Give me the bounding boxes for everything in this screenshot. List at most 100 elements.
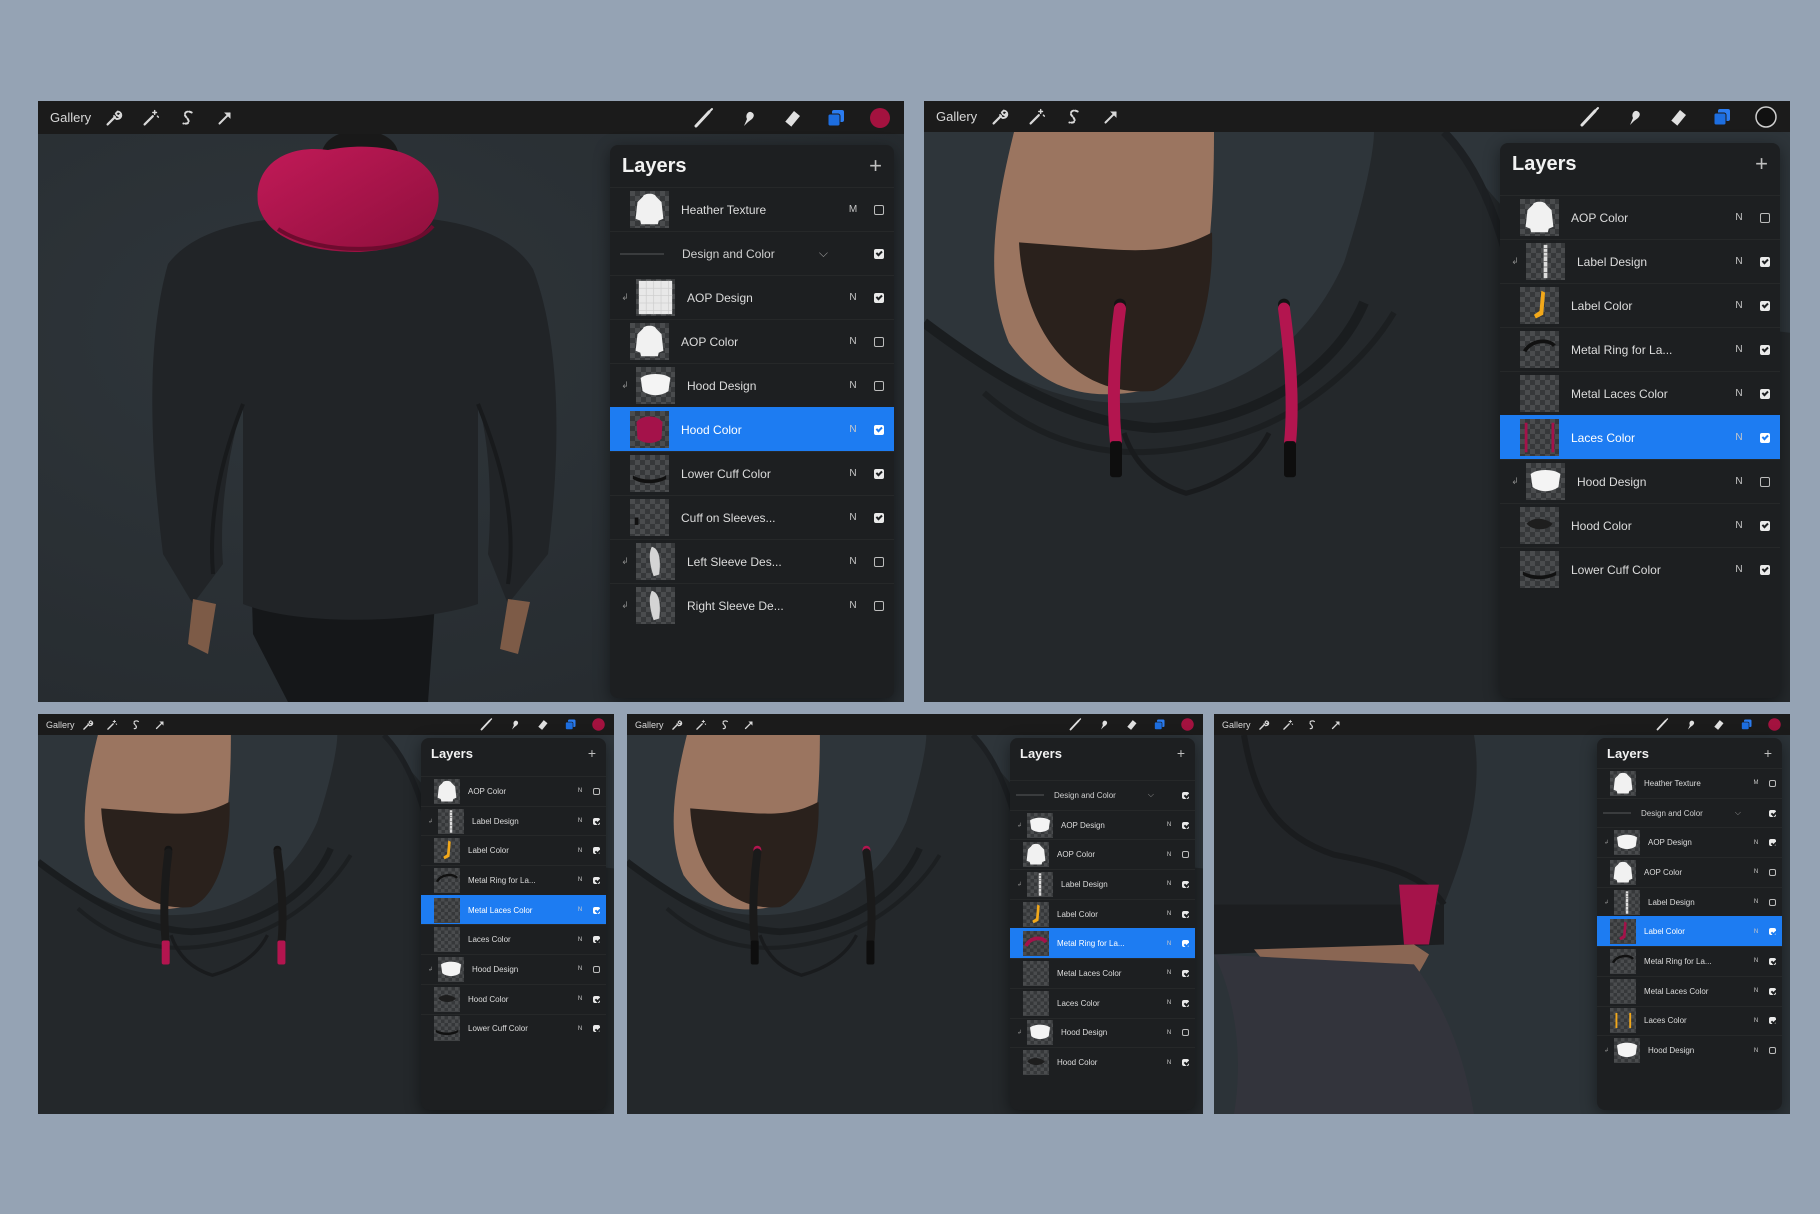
layer-row[interactable]: ↲ AOP Design N (610, 275, 894, 319)
layer-row[interactable]: ↲ Right Sleeve De... N (610, 583, 894, 627)
selection-s-icon[interactable] (718, 718, 732, 732)
selection-s-icon[interactable] (1063, 106, 1085, 128)
layer-row[interactable]: Metal Laces Color N (1597, 975, 1782, 1006)
layer-row[interactable]: Hood Color N (610, 407, 894, 451)
blend-mode-label[interactable]: N (1162, 852, 1176, 858)
layer-group[interactable]: Design and Color ⌵ (1010, 780, 1195, 810)
blend-mode-label[interactable]: N (1728, 388, 1750, 399)
blend-mode-label[interactable]: N (1162, 970, 1176, 976)
layers-icon[interactable] (824, 106, 848, 130)
layer-row[interactable]: Metal Ring for La... N (1597, 946, 1782, 976)
blend-mode-label[interactable]: N (1162, 1030, 1176, 1036)
blend-mode-label[interactable]: N (573, 1026, 587, 1032)
visibility-checkbox[interactable] (874, 380, 884, 391)
visibility-checkbox[interactable] (593, 847, 600, 855)
blend-mode-label[interactable]: N (842, 468, 864, 479)
visibility-checkbox[interactable] (1760, 300, 1770, 311)
layer-row[interactable]: ↲ Hood Design N (1010, 1017, 1195, 1048)
layer-row[interactable]: ↲ Label Design N (1500, 239, 1780, 283)
gallery-button[interactable]: Gallery (46, 720, 75, 730)
layer-row[interactable]: ↲ Label Design N (421, 805, 606, 836)
blend-mode-label[interactable]: N (1162, 822, 1176, 828)
wrench-icon[interactable] (81, 718, 95, 732)
layer-group[interactable]: Design and Color ⌵ (1597, 797, 1782, 828)
visibility-checkbox[interactable] (593, 995, 600, 1003)
visibility-checkbox[interactable] (1182, 880, 1189, 888)
visibility-checkbox[interactable] (593, 876, 600, 884)
layers-icon[interactable] (1710, 105, 1734, 129)
layer-row[interactable]: Cuff on Sleeves... N (610, 495, 894, 539)
eraser-icon[interactable] (780, 106, 804, 130)
layer-row[interactable]: Lower Cuff Color N (610, 451, 894, 495)
selection-s-icon[interactable] (1305, 718, 1319, 732)
visibility-checkbox[interactable] (1760, 256, 1770, 267)
layer-row[interactable]: Heather Texture M (610, 187, 894, 231)
visibility-checkbox[interactable] (874, 204, 884, 215)
selection-s-icon[interactable] (177, 107, 199, 129)
blend-mode-label[interactable]: N (1728, 564, 1750, 575)
layer-row[interactable]: Label Color N (421, 835, 606, 865)
blend-mode-label[interactable]: N (842, 424, 864, 435)
add-layer-button[interactable]: + (1764, 745, 1772, 761)
visibility-checkbox[interactable] (1769, 868, 1776, 876)
visibility-checkbox[interactable] (1769, 928, 1776, 936)
selection-s-icon[interactable] (129, 718, 143, 732)
visibility-checkbox[interactable] (874, 248, 884, 259)
blend-mode-label[interactable]: M (842, 204, 864, 215)
layer-row[interactable]: Metal Laces Color N (421, 894, 606, 925)
visibility-checkbox[interactable] (593, 936, 600, 944)
blend-mode-label[interactable]: N (1728, 256, 1750, 267)
blend-mode-label[interactable]: N (573, 966, 587, 972)
color-swatch[interactable] (1754, 105, 1778, 129)
layer-row[interactable]: Metal Ring for La... N (1500, 327, 1780, 371)
visibility-checkbox[interactable] (1182, 791, 1189, 799)
visibility-checkbox[interactable] (874, 512, 884, 523)
blend-mode-label[interactable]: N (573, 818, 587, 824)
visibility-checkbox[interactable] (1769, 1047, 1776, 1055)
layer-row[interactable]: AOP Color N (421, 776, 606, 806)
visibility-checkbox[interactable] (1182, 1029, 1189, 1037)
blend-mode-label[interactable]: M (1749, 780, 1763, 786)
magic-wand-icon[interactable] (1026, 106, 1048, 128)
visibility-checkbox[interactable] (1760, 520, 1770, 531)
visibility-checkbox[interactable] (1769, 809, 1776, 817)
magic-wand-icon[interactable] (105, 718, 119, 732)
gallery-button[interactable]: Gallery (936, 109, 977, 124)
blend-mode-label[interactable]: N (1749, 988, 1763, 994)
layer-row[interactable]: Hood Color N (1010, 1047, 1195, 1077)
layer-row[interactable]: Metal Ring for La... N (421, 865, 606, 895)
eraser-icon[interactable] (1711, 717, 1726, 732)
layer-row[interactable]: Metal Laces Color N (1010, 958, 1195, 988)
blend-mode-label[interactable]: N (1728, 432, 1750, 443)
blend-mode-label[interactable]: N (842, 512, 864, 523)
color-swatch[interactable] (868, 106, 892, 130)
layer-row[interactable]: Metal Ring for La... N (1010, 928, 1195, 959)
blend-mode-label[interactable]: N (1728, 476, 1750, 487)
layer-row[interactable]: Heather Texture M (1597, 768, 1782, 798)
chevron-down-icon[interactable]: ⌵ (819, 246, 828, 261)
visibility-checkbox[interactable] (1182, 999, 1189, 1007)
layer-row[interactable]: AOP Color N (1597, 857, 1782, 887)
layer-row[interactable]: ↲ Label Design N (1597, 886, 1782, 917)
visibility-checkbox[interactable] (874, 424, 884, 435)
layer-row[interactable]: Laces Color N (1597, 1005, 1782, 1036)
visibility-checkbox[interactable] (1760, 564, 1770, 575)
layer-row[interactable]: ↲ Hood Design N (1500, 459, 1780, 503)
visibility-checkbox[interactable] (1760, 432, 1770, 443)
blend-mode-label[interactable]: N (842, 336, 864, 347)
layer-row[interactable]: ↲ Hood Design N (610, 363, 894, 407)
transform-arrow-icon[interactable] (1100, 106, 1122, 128)
layer-row[interactable]: Hood Color N (1500, 503, 1780, 547)
layer-row[interactable]: Lower Cuff Color N (421, 1013, 606, 1044)
layer-row[interactable]: Label Color N (1500, 283, 1780, 327)
layers-icon[interactable] (1739, 717, 1754, 732)
transform-arrow-icon[interactable] (742, 718, 756, 732)
add-layer-button[interactable]: + (869, 153, 882, 179)
visibility-checkbox[interactable] (1182, 940, 1189, 948)
wrench-icon[interactable] (1257, 718, 1271, 732)
layer-row[interactable]: Lower Cuff Color N (1500, 547, 1780, 591)
transform-arrow-icon[interactable] (1329, 718, 1343, 732)
blend-mode-label[interactable]: N (573, 877, 587, 883)
wrench-icon[interactable] (103, 107, 125, 129)
blend-mode-label[interactable]: N (1749, 840, 1763, 846)
